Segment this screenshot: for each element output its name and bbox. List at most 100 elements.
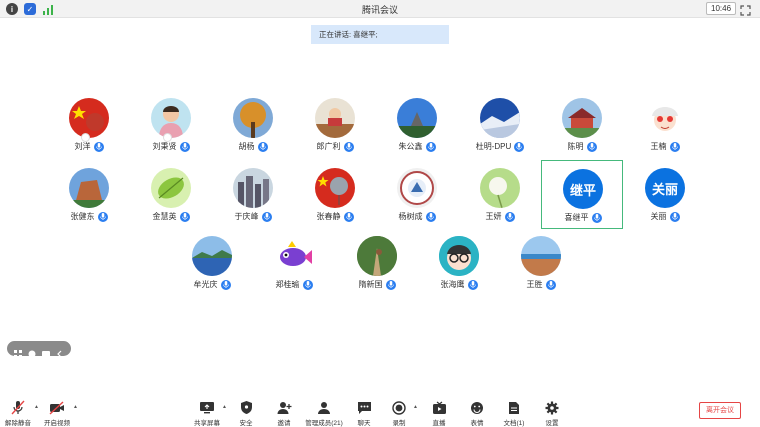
participant-name: 隋新国 bbox=[358, 280, 383, 289]
avatar bbox=[192, 236, 232, 276]
security-label: 安全 bbox=[239, 420, 253, 427]
live-icon bbox=[431, 400, 447, 415]
participant-tile[interactable]: 朱公鑫 bbox=[376, 90, 458, 159]
participant-name-row: 胡杨 bbox=[212, 141, 294, 152]
share-screen-button[interactable]: 共享屏幕 bbox=[192, 396, 222, 427]
participant-tile[interactable]: 杨树成 bbox=[376, 160, 458, 229]
participant-tile[interactable]: 关丽 关丽 bbox=[624, 160, 706, 229]
participant-tile[interactable]: 王胜 bbox=[500, 228, 582, 297]
participant-name-row: 王妍 bbox=[459, 211, 541, 222]
participant-name-row: 牟光庆 bbox=[171, 279, 253, 290]
manage-members-label: 管理成员(21) bbox=[305, 420, 343, 427]
mic-icon bbox=[220, 279, 231, 290]
participant-name-row: 张海鹰 bbox=[418, 279, 500, 290]
mic-icon bbox=[545, 279, 556, 290]
window-title: 腾讯会议 bbox=[361, 5, 398, 15]
security-shield-icon bbox=[238, 400, 254, 415]
smiley-icon bbox=[469, 400, 485, 415]
participant-tile[interactable]: 牟光庆 bbox=[171, 228, 253, 297]
mic-icon bbox=[425, 211, 436, 222]
participant-tile[interactable]: 继平 喜继平 bbox=[541, 160, 623, 229]
participant-tile[interactable]: 杜明-DPU bbox=[459, 90, 541, 159]
participant-name: 张春静 bbox=[316, 212, 341, 221]
leave-meeting-button[interactable]: 离开会议 bbox=[699, 402, 741, 419]
avatar bbox=[315, 168, 355, 208]
document-icon bbox=[506, 400, 522, 415]
participant-name-row: 张春静 bbox=[294, 211, 376, 222]
participant-name-row: 陈明 bbox=[541, 141, 623, 152]
avatar bbox=[315, 98, 355, 138]
participant-name: 胡杨 bbox=[238, 142, 255, 151]
meeting-toolbar: 解除静音 ▲ 开启视频 ▲ 共享屏幕 ▲ 安全 邀请 管理成员(21) 聊天 录… bbox=[0, 396, 760, 427]
participant-name-row: 杨树成 bbox=[376, 211, 458, 222]
record-options-caret-icon[interactable]: ▲ bbox=[413, 404, 418, 410]
chat-icon bbox=[356, 400, 372, 415]
avatar bbox=[69, 98, 109, 138]
share-options-caret-icon[interactable]: ▲ bbox=[222, 404, 227, 410]
avatar bbox=[151, 98, 191, 138]
avatar bbox=[480, 168, 520, 208]
layout-icon[interactable] bbox=[42, 345, 50, 357]
invite-label: 邀请 bbox=[277, 420, 291, 427]
participant-tile[interactable]: 刘洋 bbox=[48, 90, 130, 159]
speaker-view-icon[interactable] bbox=[28, 345, 36, 357]
participant-tile[interactable]: 郑桂瑜 bbox=[253, 228, 335, 297]
participant-tile[interactable]: 王楠 bbox=[624, 90, 706, 159]
security-button[interactable]: 安全 bbox=[236, 396, 256, 427]
avatar bbox=[562, 98, 602, 138]
participant-name: 金慧英 bbox=[152, 212, 177, 221]
share-screen-label: 共享屏幕 bbox=[194, 420, 220, 427]
avatar bbox=[480, 98, 520, 138]
view-controls[interactable] bbox=[7, 341, 71, 358]
mic-icon bbox=[257, 141, 268, 152]
mic-icon bbox=[179, 211, 190, 222]
participant-name: 张海鹰 bbox=[440, 280, 465, 289]
participant-tile[interactable]: 胡杨 bbox=[212, 90, 294, 159]
participant-name: 王胜 bbox=[526, 280, 543, 289]
fullscreen-icon[interactable] bbox=[740, 3, 751, 16]
unmute-button[interactable]: 解除静音 bbox=[4, 396, 32, 427]
participant-tile[interactable]: 王妍 bbox=[459, 160, 541, 229]
settings-label: 设置 bbox=[545, 420, 559, 427]
title-bar: i ✓ 腾讯会议 10:46 bbox=[0, 0, 760, 18]
participant-name: 王楠 bbox=[650, 142, 667, 151]
avatar: 继平 bbox=[563, 169, 603, 209]
avatar bbox=[151, 168, 191, 208]
invite-button[interactable]: 邀请 bbox=[274, 396, 294, 427]
participant-tile[interactable]: 张海鹰 bbox=[418, 228, 500, 297]
reactions-button[interactable]: 表情 bbox=[468, 396, 486, 427]
participant-tile[interactable]: 张健东 bbox=[48, 160, 130, 229]
participant-tile[interactable]: 于庆峰 bbox=[212, 160, 294, 229]
start-video-button[interactable]: 开启视频 bbox=[40, 396, 74, 427]
participant-tile[interactable]: 隋新国 bbox=[336, 228, 418, 297]
grid-view-icon[interactable] bbox=[14, 345, 22, 358]
participant-name-row: 郑桂瑜 bbox=[253, 279, 335, 290]
participant-name-row: 刘洋 bbox=[48, 141, 130, 152]
collapse-icon[interactable] bbox=[56, 345, 64, 357]
mic-icon bbox=[591, 212, 602, 223]
video-options-caret-icon[interactable]: ▲ bbox=[73, 404, 78, 410]
chat-button[interactable]: 聊天 bbox=[355, 396, 373, 427]
participant-tile[interactable]: 张春静 bbox=[294, 160, 376, 229]
participant-tile[interactable]: 金慧英 bbox=[130, 160, 212, 229]
avatar bbox=[645, 98, 685, 138]
avatar bbox=[233, 168, 273, 208]
participant-name: 郑桂瑜 bbox=[275, 280, 300, 289]
manage-members-button[interactable]: 管理成员(21) bbox=[304, 396, 344, 427]
mic-icon bbox=[385, 279, 396, 290]
participant-name: 刘秉贤 bbox=[152, 142, 177, 151]
docs-button[interactable]: 文档(1) bbox=[503, 396, 525, 427]
participant-name-row: 王楠 bbox=[624, 141, 706, 152]
settings-button[interactable]: 设置 bbox=[543, 396, 561, 427]
avatar bbox=[397, 98, 437, 138]
audio-options-caret-icon[interactable]: ▲ bbox=[34, 404, 39, 410]
participant-tile[interactable]: 郎广利 bbox=[294, 90, 376, 159]
live-button[interactable]: 直播 bbox=[430, 396, 448, 427]
participant-name-row: 喜继平 bbox=[542, 212, 624, 223]
participant-tile[interactable]: 刘秉贤 bbox=[130, 90, 212, 159]
participant-name-row: 于庆峰 bbox=[212, 211, 294, 222]
avatar bbox=[233, 98, 273, 138]
participant-tile[interactable]: 陈明 bbox=[541, 90, 623, 159]
avatar bbox=[357, 236, 397, 276]
record-button[interactable]: 录制 bbox=[390, 396, 408, 427]
